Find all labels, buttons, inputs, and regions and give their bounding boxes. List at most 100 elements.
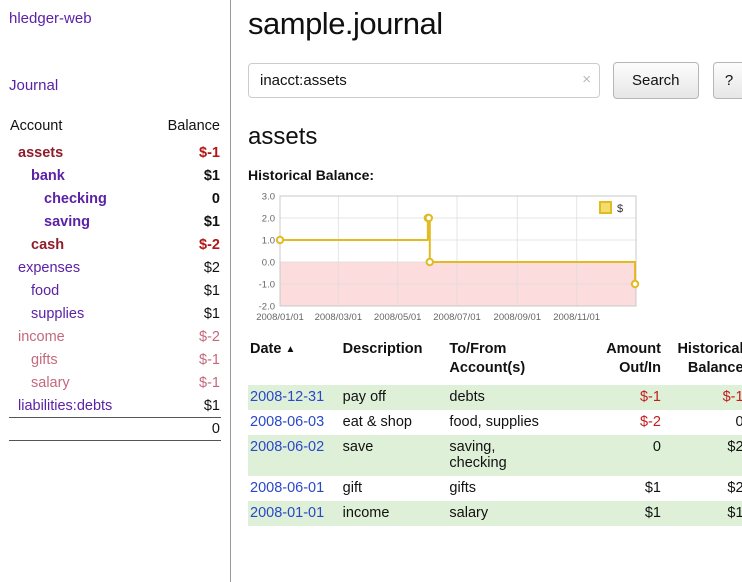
- svg-text:2008/03/01: 2008/03/01: [315, 312, 363, 323]
- help-button[interactable]: ?: [713, 62, 742, 99]
- clear-search-icon[interactable]: ×: [582, 71, 591, 88]
- balance-cell: $2: [667, 435, 742, 476]
- amount-cell: $-2: [596, 410, 667, 435]
- date-link[interactable]: 2008-01-01: [250, 505, 324, 521]
- account-link-food[interactable]: food: [31, 283, 59, 299]
- accounts-cell: saving, checking: [449, 435, 596, 476]
- account-link-assets[interactable]: assets: [18, 145, 63, 161]
- svg-text:-1.0: -1.0: [259, 280, 275, 291]
- svg-text:2008/01/01: 2008/01/01: [256, 312, 304, 323]
- accounts-header-row: Account Balance: [9, 114, 221, 141]
- account-row: expenses $2: [9, 256, 221, 279]
- account-link-expenses[interactable]: expenses: [18, 260, 80, 276]
- account-row: assets $-1: [9, 141, 221, 164]
- balance-cell: $1: [667, 501, 742, 526]
- accounts-total-row: 0: [9, 418, 221, 441]
- account-row: liabilities:debts $1: [9, 394, 221, 418]
- accounts-cell: food, supplies: [449, 410, 596, 435]
- amount-cell: $-1: [596, 385, 667, 410]
- register-row: 2008-12-31 pay off debts $-1 $-1: [248, 385, 742, 410]
- account-link-supplies[interactable]: supplies: [31, 306, 84, 322]
- accounts-col-account: Account: [9, 114, 148, 141]
- register-row: 2008-06-03 eat & shop food, supplies $-2…: [248, 410, 742, 435]
- account-balance: 0: [148, 187, 221, 210]
- account-link-cash[interactable]: cash: [31, 237, 64, 253]
- amount-cell: 0: [596, 435, 667, 476]
- search-button[interactable]: Search: [613, 62, 699, 99]
- account-row: bank $1: [9, 164, 221, 187]
- account-balance: $1: [148, 302, 221, 325]
- col-accounts: To/From Account(s): [449, 338, 596, 385]
- sort-asc-icon: ▲: [285, 344, 295, 355]
- amount-cell: $1: [596, 476, 667, 501]
- accounts-cell: debts: [449, 385, 596, 410]
- account-balance: $2: [148, 256, 221, 279]
- col-amount: Amount Out/In: [596, 338, 667, 385]
- search-row: × Search ?: [248, 62, 742, 99]
- hledger-web-app: hledger-web Journal Account Balance asse…: [0, 0, 742, 582]
- account-balance: $1: [148, 164, 221, 187]
- account-balance: $-2: [148, 233, 221, 256]
- description-cell: eat & shop: [343, 410, 450, 435]
- svg-text:2008/11/01: 2008/11/01: [553, 312, 600, 323]
- sidebar: hledger-web Journal Account Balance asse…: [0, 0, 231, 582]
- account-link-salary[interactable]: salary: [31, 375, 70, 391]
- brand-link[interactable]: hledger-web: [9, 10, 92, 27]
- register-row: 2008-06-02 save saving, checking 0 $2: [248, 435, 742, 476]
- account-balance: $-1: [148, 141, 221, 164]
- account-link-checking[interactable]: checking: [44, 191, 107, 207]
- account-balance: $-2: [148, 325, 221, 348]
- col-balance: Historical Balance: [667, 338, 742, 385]
- account-row: food $1: [9, 279, 221, 302]
- description-cell: save: [343, 435, 450, 476]
- svg-text:2008/05/01: 2008/05/01: [374, 312, 422, 323]
- register-row: 2008-01-01 income salary $1 $1: [248, 501, 742, 526]
- account-heading: assets: [248, 123, 742, 151]
- balance-cell: $-1: [667, 385, 742, 410]
- col-date-sort[interactable]: Date ▲: [248, 338, 343, 385]
- register-row: 2008-06-01 gift gifts $1 $2: [248, 476, 742, 501]
- balance-cell: $2: [667, 476, 742, 501]
- account-row: supplies $1: [9, 302, 221, 325]
- accounts-cell: gifts: [449, 476, 596, 501]
- date-link[interactable]: 2008-06-01: [250, 480, 324, 496]
- svg-text:0.0: 0.0: [262, 258, 275, 269]
- chart-title: Historical Balance:: [248, 167, 742, 183]
- date-link[interactable]: 2008-06-02: [250, 439, 324, 455]
- svg-text:-2.0: -2.0: [259, 302, 275, 313]
- svg-text:2008/07/01: 2008/07/01: [433, 312, 481, 323]
- account-row: salary $-1: [9, 371, 221, 394]
- svg-text:2.0: 2.0: [262, 214, 275, 225]
- description-cell: gift: [343, 476, 450, 501]
- description-cell: income: [343, 501, 450, 526]
- svg-text:1.0: 1.0: [262, 236, 275, 247]
- balance-cell: 0: [667, 410, 742, 435]
- accounts-total: 0: [148, 418, 221, 441]
- account-link-saving[interactable]: saving: [44, 214, 90, 230]
- account-link-income[interactable]: income: [18, 329, 65, 345]
- search-input[interactable]: [248, 63, 600, 98]
- account-row: cash $-2: [9, 233, 221, 256]
- amount-cell: $1: [596, 501, 667, 526]
- account-link-bank[interactable]: bank: [31, 168, 65, 184]
- svg-text:2008/09/01: 2008/09/01: [494, 312, 542, 323]
- date-link[interactable]: 2008-06-03: [250, 414, 324, 430]
- description-cell: pay off: [343, 385, 450, 410]
- account-balance: $-1: [148, 371, 221, 394]
- register-header-row: Date ▲ Description To/From Account(s) Am…: [248, 338, 742, 385]
- account-row: income $-2: [9, 325, 221, 348]
- account-balance: $1: [148, 279, 221, 302]
- main-content: sample.journal × Search ? assets Histori…: [231, 0, 742, 582]
- account-link-gifts[interactable]: gifts: [31, 352, 58, 368]
- svg-text:$: $: [617, 203, 623, 215]
- search-box: ×: [248, 63, 600, 98]
- account-link-liabilities-debts[interactable]: liabilities:debts: [18, 398, 112, 414]
- account-row: saving $1: [9, 210, 221, 233]
- sidebar-item-journal[interactable]: Journal: [9, 77, 58, 94]
- svg-text:3.0: 3.0: [262, 192, 275, 203]
- account-balance: $1: [148, 394, 221, 418]
- register-table: Date ▲ Description To/From Account(s) Am…: [248, 338, 742, 526]
- date-link[interactable]: 2008-12-31: [250, 389, 324, 405]
- accounts-col-balance: Balance: [148, 114, 221, 141]
- page-title: sample.journal: [248, 6, 742, 42]
